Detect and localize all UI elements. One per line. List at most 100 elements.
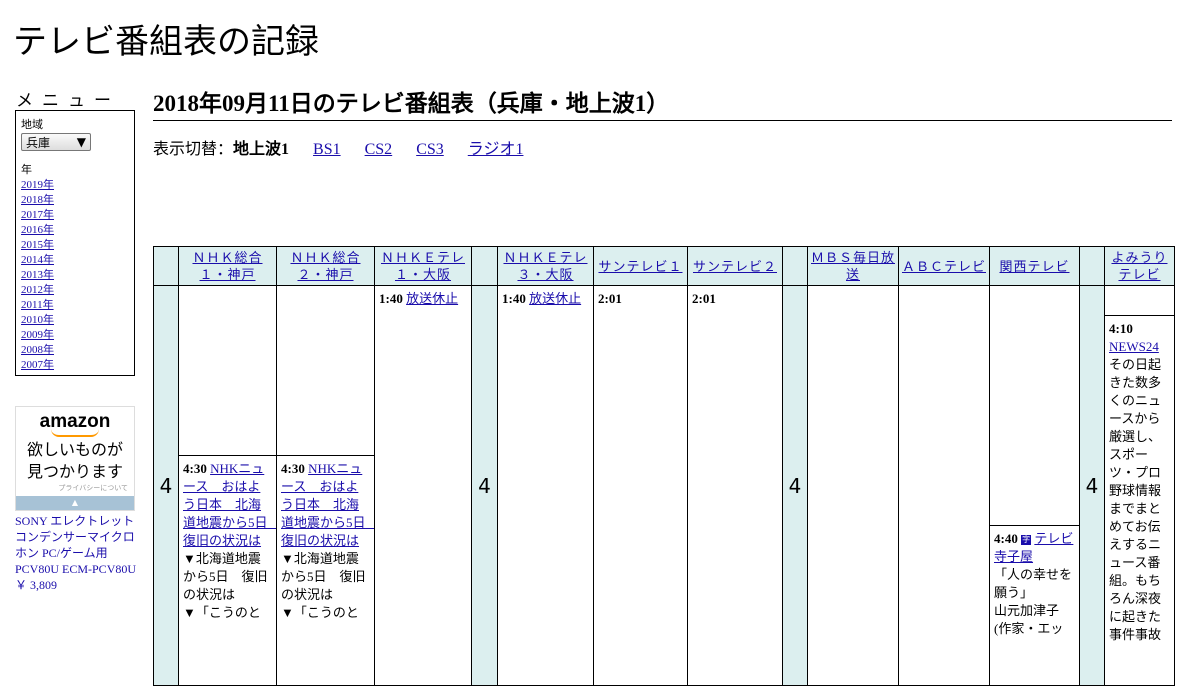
schedule-cell-etv3: 1:40 放送休止 xyxy=(497,285,594,686)
program-time: 4:30 xyxy=(281,461,305,476)
menu-heading: メニュー xyxy=(16,91,120,111)
schedule-cell-abc xyxy=(898,285,990,686)
ad-tagline-2: 見つかります xyxy=(26,462,123,481)
program-description: ▼北海道地震から5日 復旧の状況は ▼「こうのと xyxy=(281,551,366,620)
hour-label: 4 xyxy=(153,285,179,686)
program-time: 1:40 xyxy=(379,291,403,306)
switcher-link-radio1[interactable]: ラジオ1 xyxy=(468,141,524,158)
year-link-2008[interactable]: 2008年 xyxy=(21,344,54,356)
year-list: 2019年 2018年 2017年 2016年 2015年 2014年 2013… xyxy=(21,178,129,373)
channel-link-nhk1[interactable]: ＮＨＫ総合１・神戸 xyxy=(192,250,262,282)
schedule-cell-sun1: 2:01 xyxy=(593,285,688,686)
schedule-cell-sun2: 2:01 xyxy=(687,285,783,686)
channel-header: サンテレビ１ xyxy=(593,246,688,286)
schedule-cell-mbs xyxy=(807,285,899,686)
channel-link-abc[interactable]: ＡＢＣテレビ xyxy=(902,259,986,274)
year-link-2015[interactable]: 2015年 xyxy=(21,239,54,251)
program-time: 1:40 xyxy=(502,291,526,306)
program-entry: 1:40 放送休止 xyxy=(375,286,471,308)
channel-header: サンテレビ２ xyxy=(687,246,783,286)
hour-header-cell xyxy=(471,246,498,286)
channel-link-etv3[interactable]: ＮＨＫＥテレ３・大阪 xyxy=(503,250,587,282)
chevron-up-icon: ▲ xyxy=(71,498,79,507)
program-description: その日起きた数多くのニュースから厳選し、スポーツ・プロ野球情報までまとめてお伝え… xyxy=(1109,357,1162,642)
program-time: 4:30 xyxy=(183,461,207,476)
program-title-link[interactable]: 放送休止 xyxy=(406,291,458,306)
channel-link-etv1[interactable]: ＮＨＫＥテレ１・大阪 xyxy=(381,250,465,282)
year-link-2013[interactable]: 2013年 xyxy=(21,269,54,281)
channel-link-mbs[interactable]: ＭＢＳ毎日放送 xyxy=(811,250,895,282)
year-link-2017[interactable]: 2017年 xyxy=(21,209,54,221)
schedule-cell-ytv: 4:10 NEWS24 その日起きた数多くのニュースから厳選し、スポーツ・プロ野… xyxy=(1104,285,1175,686)
channel-header: ＭＢＳ毎日放送 xyxy=(807,246,899,286)
program-time: 2:01 xyxy=(598,291,622,306)
ad-tagline-1: 欲しいものが xyxy=(26,440,123,459)
program-description: ▼北海道地震から5日 復旧の状況は ▼「こうのと xyxy=(183,551,268,620)
program-time: 2:01 xyxy=(692,291,716,306)
year-link-2011[interactable]: 2011年 xyxy=(21,299,54,311)
region-select[interactable]: 兵庫 ▼ xyxy=(21,133,91,151)
program-time: 4:40 xyxy=(994,531,1018,546)
ad-product-link[interactable]: SONY エレクトレットコンデンサーマイクロホン PC/ゲーム用 PCV80U … xyxy=(15,514,136,576)
hour-header-cell xyxy=(1079,246,1105,286)
year-link-2010[interactable]: 2010年 xyxy=(21,314,54,326)
menu-box: 地域 兵庫 ▼ 年 2019年 2018年 2017年 2016年 2015年 … xyxy=(15,110,135,376)
hour-label: 4 xyxy=(1079,285,1105,686)
year-link-2019[interactable]: 2019年 xyxy=(21,179,54,191)
channel-header-row: ＮＨＫ総合１・神戸 ＮＨＫ総合２・神戸 ＮＨＫＥテレ１・大阪 ＮＨＫＥテレ３・大… xyxy=(153,246,1175,286)
program-entry: 4:40 字 テレビ寺子屋 「人の幸せを願う」 山元加津子(作家・エッ xyxy=(990,525,1079,695)
channel-header: ＡＢＣテレビ xyxy=(898,246,990,286)
schedule-cell-nhk1: 4:30 NHKニュース おはよう日本 北海道地震から5日 復旧の状況は ▼北海… xyxy=(178,285,277,686)
ad-product[interactable]: SONY エレクトレットコンデンサーマイクロホン PC/ゲーム用 PCV80U … xyxy=(15,513,137,593)
switcher-label: 表示切替： xyxy=(153,141,234,158)
ad-privacy-link[interactable]: プライバシーについて xyxy=(16,483,134,493)
program-title-link[interactable]: NEWS24 xyxy=(1109,339,1159,354)
channel-header: よみうりテレビ xyxy=(1104,246,1175,286)
hour-header-cell xyxy=(153,246,179,286)
program-entry: 4:30 NHKニュース おはよう日本 北海道地震から5日 復旧の状況は ▼北海… xyxy=(277,455,374,695)
program-entry: 1:40 放送休止 xyxy=(498,286,593,308)
year-link-2009[interactable]: 2009年 xyxy=(21,329,54,341)
channel-link-sun2[interactable]: サンテレビ２ xyxy=(693,259,777,274)
year-link-2007[interactable]: 2007年 xyxy=(21,359,54,371)
year-link-2018[interactable]: 2018年 xyxy=(21,194,54,206)
channel-header: ＮＨＫ総合２・神戸 xyxy=(276,246,375,286)
year-link-2012[interactable]: 2012年 xyxy=(21,284,54,296)
program-time: 4:10 xyxy=(1109,321,1133,336)
region-select-value: 兵庫 xyxy=(26,135,51,150)
amazon-logo: amazon xyxy=(39,411,111,432)
switcher-link-cs2[interactable]: CS2 xyxy=(365,141,393,158)
page-title: 2018年09月11日のテレビ番組表（兵庫・地上波1） xyxy=(153,84,1172,121)
channel-header: ＮＨＫＥテレ３・大阪 xyxy=(497,246,594,286)
channel-link-ktv[interactable]: 関西テレビ xyxy=(999,259,1069,274)
schedule-cell-ktv: 4:40 字 テレビ寺子屋 「人の幸せを願う」 山元加津子(作家・エッ xyxy=(989,285,1080,686)
hour-header-cell xyxy=(782,246,808,286)
amazon-ad[interactable]: amazon 欲しいものが 見つかります プライバシーについて ▲ xyxy=(15,406,135,511)
year-link-2014[interactable]: 2014年 xyxy=(21,254,54,266)
program-entry: 4:30 NHKニュース おはよう日本 北海道地震から5日 復旧の状況は ▼北海… xyxy=(179,455,276,695)
year-link-2016[interactable]: 2016年 xyxy=(21,224,54,236)
year-label: 年 xyxy=(21,163,32,176)
program-entry: 4:10 NEWS24 その日起きた数多くのニュースから厳選し、スポーツ・プロ野… xyxy=(1105,315,1174,695)
channel-link-ytv[interactable]: よみうりテレビ xyxy=(1111,250,1167,282)
hour-label: 4 xyxy=(782,285,808,686)
schedule-cell-nhk2: 4:30 NHKニュース おはよう日本 北海道地震から5日 復旧の状況は ▼北海… xyxy=(276,285,375,686)
program-entry: 2:01 xyxy=(594,286,687,308)
caption-mark-icon: 字 xyxy=(1021,535,1032,546)
switcher-link-cs3[interactable]: CS3 xyxy=(416,141,444,158)
switcher-link-bs1[interactable]: BS1 xyxy=(313,141,341,158)
display-switcher: 表示切替：地上波1 BS1 CS2 CS3 ラジオ1 xyxy=(153,135,547,159)
ad-product-price: ￥ 3,809 xyxy=(15,578,58,592)
channel-link-sun1[interactable]: サンテレビ１ xyxy=(598,259,682,274)
channel-header: 関西テレビ xyxy=(989,246,1080,286)
channel-header: ＮＨＫＥテレ１・大阪 xyxy=(374,246,472,286)
program-description: 「人の幸せを願う」 山元加津子(作家・エッ xyxy=(994,567,1073,636)
channel-header: ＮＨＫ総合１・神戸 xyxy=(178,246,277,286)
ad-expand-bar[interactable]: ▲ xyxy=(16,496,134,510)
hour-label: 4 xyxy=(471,285,498,686)
chevron-down-icon: ▼ xyxy=(76,135,86,149)
channel-link-nhk2[interactable]: ＮＨＫ総合２・神戸 xyxy=(290,250,360,282)
schedule-cell-etv1: 1:40 放送休止 xyxy=(374,285,472,686)
program-title-link[interactable]: 放送休止 xyxy=(529,291,581,306)
program-entry: 2:01 xyxy=(688,286,782,308)
